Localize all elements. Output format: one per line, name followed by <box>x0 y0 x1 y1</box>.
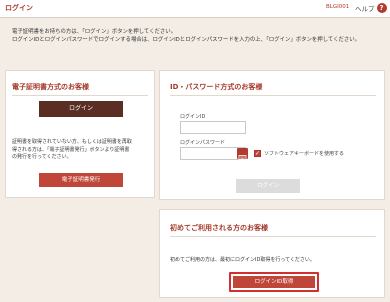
screen-code: BLGI001 <box>326 4 350 10</box>
cert-login-button[interactable]: ログイン <box>39 101 123 117</box>
intro-line-2: ログインIDとログインパスワードでログインする場合は、ログインIDとログインパス… <box>12 37 361 43</box>
intro-text: 電子証明書をお持ちの方は、「ログイン」ボタンを押してください。 ログインIDとロ… <box>12 28 382 44</box>
id-panel-divider <box>170 95 376 96</box>
cert-panel: 電子証明書方式のお客様 ログイン 証明書を取得されていない方、もしくは証明書を再… <box>5 70 155 198</box>
login-id-input[interactable] <box>180 121 246 134</box>
software-keyboard-checkbox[interactable]: ✓ <box>254 150 261 157</box>
cert-note: 証明書を取得されていない方、もしくは証明書を再取 得される方は、「電子証明書発行… <box>12 139 150 162</box>
id-password-panel: ID・パスワード方式のお客様 ログインID ログインパスワード ✓ ソフトウェア… <box>159 70 385 200</box>
login-id-label: ログインID <box>180 114 206 120</box>
get-login-id-button[interactable]: ログインID取得 <box>233 276 315 288</box>
first-panel-title: 初めてご利用される方のお客様 <box>170 224 268 232</box>
help-icon[interactable]: ? <box>376 3 387 13</box>
first-time-panel: 初めてご利用される方のお客様 初めてご利用の方は、最初にログインID取得を行って… <box>159 209 385 298</box>
software-keyboard-icon[interactable] <box>237 148 248 160</box>
software-keyboard-label: ソフトウェアキーボードを使用する <box>264 151 345 157</box>
login-password-label: ログインパスワード <box>180 140 226 146</box>
intro-line-1: 電子証明書をお持ちの方は、「ログイン」ボタンを押してください。 <box>12 29 177 35</box>
issue-certificate-button[interactable]: 電子証明書発行 <box>39 173 123 187</box>
cert-note-line-3: の発行を行ってください。 <box>12 154 72 160</box>
cert-note-line-2: 得される方は、「電子証明書発行」ボタンより証明書 <box>12 146 130 153</box>
page-title: ログイン <box>5 4 33 12</box>
help-link[interactable]: ヘルプ ? <box>355 3 387 13</box>
first-panel-divider <box>170 236 376 237</box>
cert-panel-title: 電子証明書方式のお客様 <box>12 83 89 91</box>
id-panel-title: ID・パスワード方式のお客様 <box>170 83 263 91</box>
help-label: ヘルプ <box>355 5 375 13</box>
cert-panel-divider <box>12 95 148 96</box>
id-login-button[interactable]: ログイン <box>236 179 300 193</box>
first-panel-note: 初めてご利用の方は、最初にログインID取得を行ってください。 <box>170 257 315 263</box>
cert-note-line-1: 証明書を取得されていない方、もしくは証明書を再取 <box>12 139 132 145</box>
page-header: ログイン BLGI001 ヘルプ ? <box>0 0 390 18</box>
